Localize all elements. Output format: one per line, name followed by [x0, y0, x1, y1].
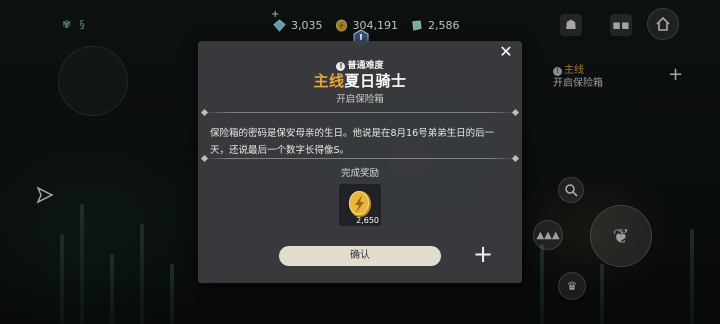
quest-title-main: 主线: [313, 72, 345, 90]
quest-dialog: ✕ ! 普通难度 主线夏日骑士 开启保险箱 保险箱的密码是保安母亲的生日。他说是在…: [198, 41, 522, 283]
divider-top: [204, 112, 516, 113]
quest-description: 保险箱的密码是保安母亲的生日。他说是在8月16号弟弟生日的后一天，还说最后一个数…: [210, 128, 495, 156]
plus-icon: +: [473, 240, 494, 268]
quest-subtitle: 开启保险箱: [336, 94, 384, 105]
reward-item[interactable]: 2,650: [339, 184, 381, 226]
divider-bottom: [204, 158, 516, 159]
confirm-button[interactable]: 确认: [279, 246, 441, 266]
reward-label: 完成奖励: [340, 168, 379, 179]
add-button[interactable]: +: [473, 241, 493, 267]
reward-count: 2,650: [356, 216, 379, 225]
quest-title-name: 夏日骑士: [344, 72, 407, 90]
quest-title: 主线夏日骑士: [198, 70, 522, 91]
